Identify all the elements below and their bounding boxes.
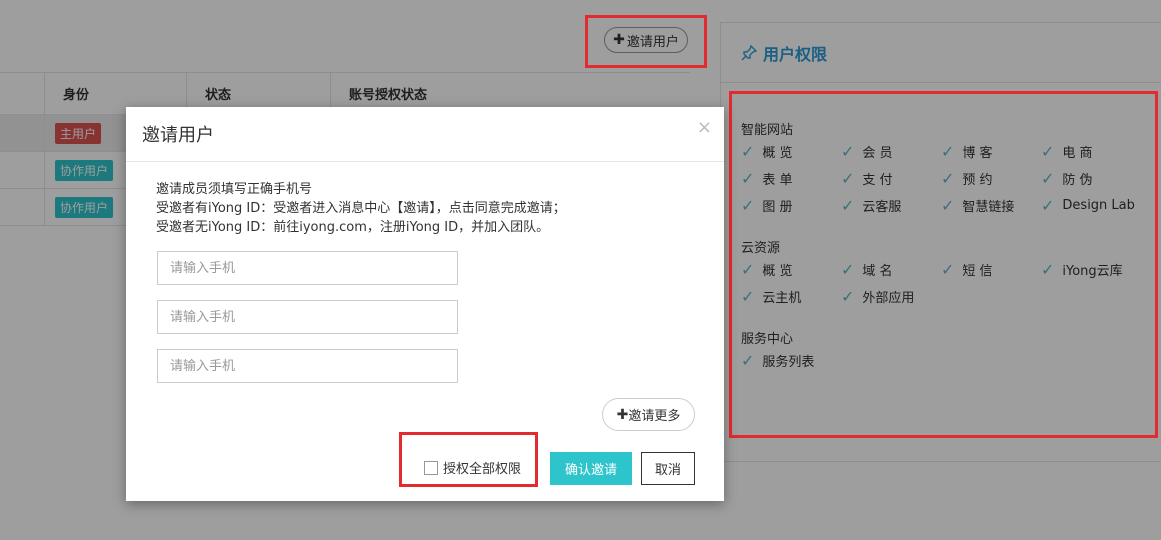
- highlight-invite-button: [585, 15, 707, 68]
- highlight-permissions: [729, 91, 1158, 438]
- plus-icon: ✚: [616, 406, 629, 423]
- notice-line: 受邀者无iYong ID：前往iyong.com，注册iYong ID，并加入团…: [156, 220, 550, 235]
- cancel-button[interactable]: 取消: [641, 452, 695, 485]
- dialog-header: 邀请用户 ×: [126, 107, 724, 162]
- close-icon[interactable]: ×: [697, 117, 712, 138]
- invite-notice: 邀请成员须填写正确手机号 受邀者有iYong ID：受邀者进入消息中心【邀请】，…: [156, 180, 566, 237]
- notice-line: 邀请成员须填写正确手机号: [156, 182, 313, 197]
- phone-input-2[interactable]: [157, 300, 458, 334]
- phone-input-3[interactable]: [157, 349, 458, 383]
- notice-line: 受邀者有iYong ID：受邀者进入消息中心【邀请】，点击同意完成邀请；: [156, 201, 566, 216]
- confirm-invite-button[interactable]: 确认邀请: [550, 452, 632, 485]
- invite-more-button[interactable]: ✚ 邀请更多: [602, 398, 695, 431]
- highlight-grant-all: [399, 432, 538, 487]
- invite-more-label: 邀请更多: [628, 409, 681, 424]
- phone-input-1[interactable]: [157, 251, 458, 285]
- dialog-title: 邀请用户: [142, 125, 214, 146]
